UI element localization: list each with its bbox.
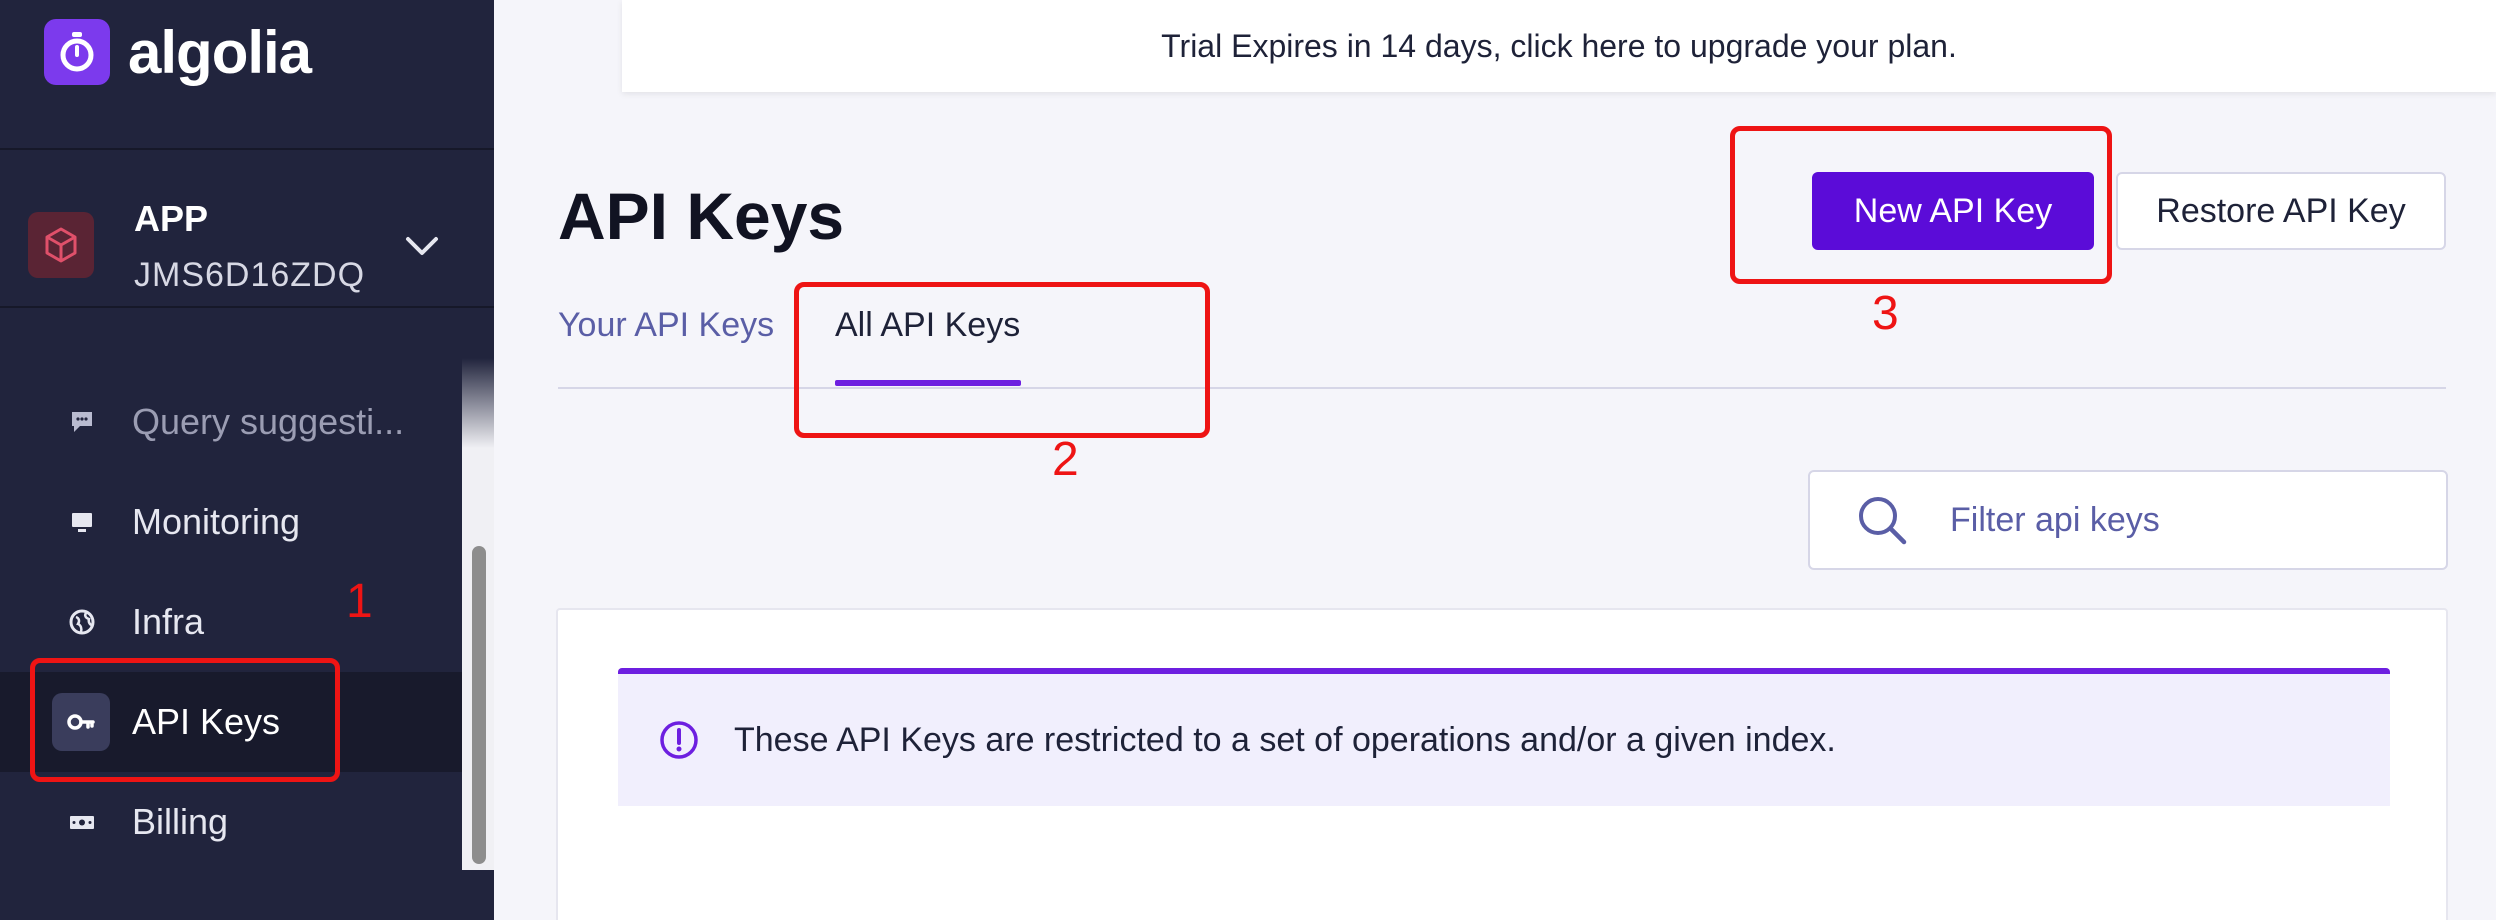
info-circle-icon — [660, 721, 698, 759]
stopwatch-icon — [44, 19, 110, 85]
annotation-box-2 — [794, 282, 1210, 438]
trial-banner[interactable]: Trial Expires in 14 days, click here to … — [622, 0, 2496, 92]
search-icon — [1859, 497, 1907, 545]
algolia-logo[interactable]: algolia — [44, 18, 312, 86]
annotation-number-2: 2 — [1052, 433, 1079, 486]
sidebar-item-label: Infra — [132, 601, 205, 642]
scrollbar-thumb[interactable] — [472, 546, 486, 864]
tab-your-api-keys[interactable]: Your API Keys — [558, 306, 774, 345]
sidebar-item-billing[interactable]: Billing — [0, 772, 466, 872]
filter-field[interactable] — [1808, 470, 2448, 570]
trial-banner-text: Trial Expires in 14 days, click here to … — [1161, 27, 1957, 64]
sidebar-item-label: Query suggesti... — [132, 401, 405, 442]
app-selector[interactable]: APP JMS6D16ZDQ — [0, 150, 494, 306]
chevron-down-icon[interactable] — [404, 234, 440, 258]
info-notice: These API Keys are restricted to a set o… — [618, 668, 2390, 806]
sidebar-item-label: Billing — [132, 801, 229, 842]
sidebar-item-query-suggestions[interactable]: Query suggesti... — [0, 372, 466, 472]
annotation-number-1: 1 — [346, 575, 373, 628]
sidebar-nav: Query suggesti... Monitoring Infra API K… — [0, 372, 466, 872]
monitor-icon — [62, 502, 102, 542]
annotation-box-1 — [30, 658, 340, 782]
annotation-number-3: 3 — [1872, 287, 1899, 340]
page-title: API Keys — [558, 179, 845, 253]
ticket-icon — [62, 802, 102, 842]
globe-icon — [62, 602, 102, 642]
sidebar-divider — [0, 306, 494, 308]
cube-icon — [28, 212, 94, 278]
app-label: APP — [134, 198, 209, 239]
sidebar: algolia APP JMS6D16ZDQ Query suggesti... — [0, 0, 494, 920]
annotation-box-3 — [1730, 126, 2112, 284]
app-id: JMS6D16ZDQ — [134, 256, 366, 294]
sidebar-item-label: Monitoring — [132, 501, 301, 542]
notice-text: These API Keys are restricted to a set o… — [734, 720, 1836, 759]
restore-api-key-button[interactable]: Restore API Key — [2116, 172, 2446, 250]
sidebar-item-monitoring[interactable]: Monitoring — [0, 472, 466, 572]
filter-input[interactable] — [1950, 500, 2390, 540]
brand-name: algolia — [128, 18, 312, 86]
speech-bubble-icon — [62, 402, 102, 442]
sidebar-item-infra[interactable]: Infra — [0, 572, 466, 672]
